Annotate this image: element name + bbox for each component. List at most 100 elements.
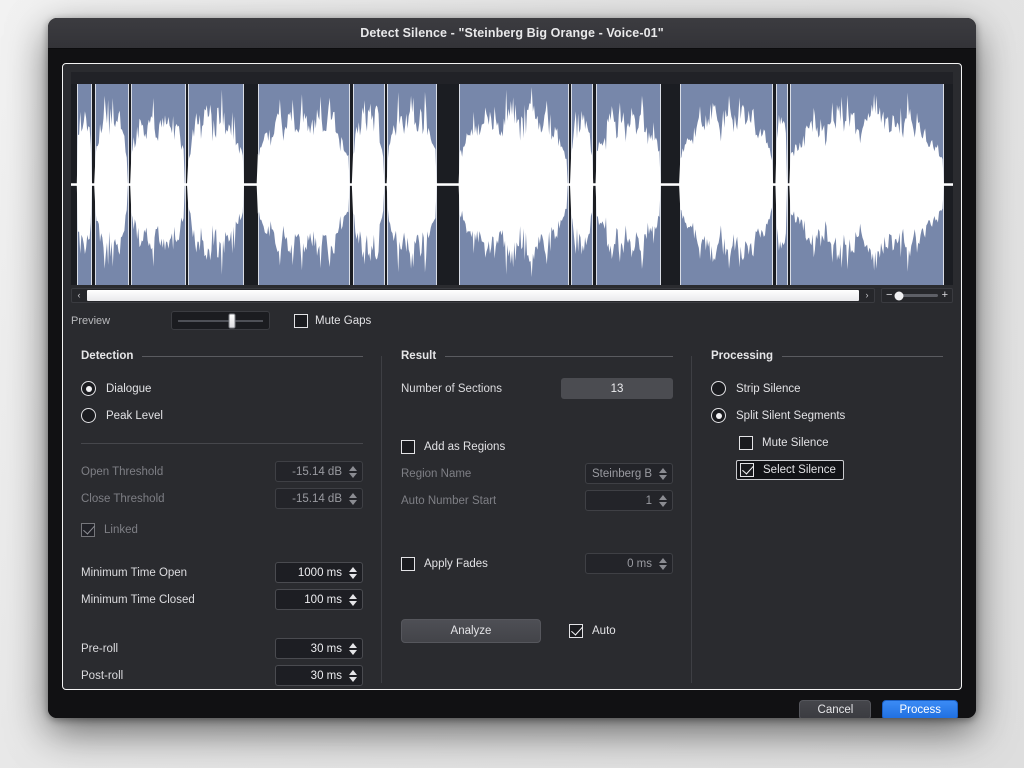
waveform-section [63,64,961,285]
zoom-in-icon[interactable]: + [942,290,948,301]
select-silence-checkbox[interactable]: Select Silence [736,460,844,480]
detection-header: Detection [81,350,363,362]
close-threshold-value: -15.14 dB [282,493,342,505]
dialog-body: ‹ › − + Preview [48,49,976,690]
close-threshold-stepper[interactable] [347,493,358,505]
content-panel: ‹ › − + Preview [62,63,962,690]
detection-divider [81,443,363,444]
preroll-value: 30 ms [282,643,342,655]
apply-fades-box-icon[interactable] [401,557,415,571]
zoom-slider-track[interactable] [896,294,937,297]
apply-fades-row: Apply Fades 0 ms [401,550,673,577]
select-silence-box-icon[interactable] [740,463,754,477]
auto-box-icon[interactable] [569,624,583,638]
zoom-out-icon[interactable]: − [886,290,892,301]
open-threshold-field[interactable]: -15.14 dB [275,461,363,482]
preview-slider-handle[interactable] [229,313,236,328]
postroll-row: Post-roll 30 ms [81,662,363,689]
number-of-sections-label: Number of Sections [401,383,561,395]
dialog-footer: Cancel Process [48,690,976,718]
postroll-label: Post-roll [81,670,275,682]
processing-mode-split-silent-segments[interactable]: Split Silent Segments [711,402,943,429]
open-threshold-value: -15.14 dB [282,466,342,478]
preroll-stepper[interactable] [347,643,358,655]
preview-slider[interactable] [171,311,270,330]
detection-panel: Detection Dialogue Peak Level Open Thres… [63,350,381,689]
result-rule [445,356,673,357]
min-time-open-stepper[interactable] [347,567,358,579]
region-name-value: Steinberg Bi.-01 [592,468,652,480]
split-silent-segments-radio-icon[interactable] [711,408,726,423]
processing-header: Processing [711,350,943,362]
region-name-stepper[interactable] [657,468,668,480]
detection-title: Detection [81,350,133,362]
postroll-stepper[interactable] [347,670,358,682]
mute-silence-box-icon[interactable] [739,436,753,450]
result-title: Result [401,350,436,362]
min-time-open-label: Minimum Time Open [81,567,275,579]
min-time-open-field[interactable]: 1000 ms [275,562,363,583]
linked-checkbox[interactable]: Linked [81,516,363,543]
detection-mode-dialogue[interactable]: Dialogue [81,375,363,402]
open-threshold-stepper[interactable] [347,466,358,478]
analyze-button[interactable]: Analyze [401,619,541,643]
processing-rule [782,356,943,357]
horizontal-scrollbar[interactable]: ‹ › [71,288,875,303]
result-header: Result [401,350,673,362]
mute-gaps-box-icon[interactable] [294,314,308,328]
scroll-left-icon[interactable]: ‹ [72,289,86,302]
peak-level-label: Peak Level [106,410,163,422]
preroll-label: Pre-roll [81,643,275,655]
close-threshold-label: Close Threshold [81,493,275,505]
mute-silence-checkbox[interactable]: Mute Silence [711,429,943,456]
auto-number-start-label: Auto Number Start [401,495,585,507]
region-name-row: Region Name Steinberg Bi.-01 [401,460,673,487]
apply-fades-label: Apply Fades [424,558,488,570]
dialogue-label: Dialogue [106,383,151,395]
region-name-field[interactable]: Steinberg Bi.-01 [585,463,673,484]
detection-rule [142,356,363,357]
processing-mode-strip-silence[interactable]: Strip Silence [711,375,943,402]
linked-box-icon[interactable] [81,523,95,537]
add-as-regions-box-icon[interactable] [401,440,415,454]
auto-number-start-field[interactable]: 1 [585,490,673,511]
preview-label: Preview [71,315,171,327]
min-time-open-row: Minimum Time Open 1000 ms [81,559,363,586]
open-threshold-label: Open Threshold [81,466,275,478]
peak-level-radio-icon[interactable] [81,408,96,423]
apply-fades-field[interactable]: 0 ms [585,553,673,574]
min-time-closed-row: Minimum Time Closed 100 ms [81,586,363,613]
zoom-slider[interactable]: − + [881,288,953,303]
scroll-right-icon[interactable]: › [860,289,874,302]
mute-silence-label: Mute Silence [762,437,828,449]
cancel-button[interactable]: Cancel [799,700,871,718]
waveform-ruler [71,72,953,84]
scrollbar-thumb[interactable] [87,290,859,301]
dialogue-radio-icon[interactable] [81,381,96,396]
settings-columns: Detection Dialogue Peak Level Open Thres… [63,338,961,689]
add-as-regions-checkbox[interactable]: Add as Regions [401,433,673,460]
add-as-regions-label: Add as Regions [424,441,505,453]
waveform-display[interactable] [71,84,953,285]
apply-fades-checkbox[interactable]: Apply Fades [401,557,585,571]
apply-fades-stepper[interactable] [657,558,668,570]
auto-checkbox[interactable]: Auto [569,624,616,638]
min-time-closed-field[interactable]: 100 ms [275,589,363,610]
strip-silence-label: Strip Silence [736,383,801,395]
postroll-field[interactable]: 30 ms [275,665,363,686]
close-threshold-field[interactable]: -15.14 dB [275,488,363,509]
min-time-closed-stepper[interactable] [347,594,358,606]
detection-mode-peak-level[interactable]: Peak Level [81,402,363,429]
preroll-field[interactable]: 30 ms [275,638,363,659]
zoom-slider-knob[interactable] [894,291,903,300]
auto-number-start-stepper[interactable] [657,495,668,507]
window-title: Detect Silence - "Steinberg Big Orange -… [360,26,664,40]
auto-label: Auto [592,625,616,637]
process-button[interactable]: Process [882,700,958,718]
strip-silence-radio-icon[interactable] [711,381,726,396]
analyze-row: Analyze Auto [401,619,673,643]
mute-gaps-checkbox[interactable]: Mute Gaps [294,314,371,328]
preroll-row: Pre-roll 30 ms [81,635,363,662]
number-of-sections-value: 13 [561,378,673,399]
titlebar: Detect Silence - "Steinberg Big Orange -… [48,18,976,49]
